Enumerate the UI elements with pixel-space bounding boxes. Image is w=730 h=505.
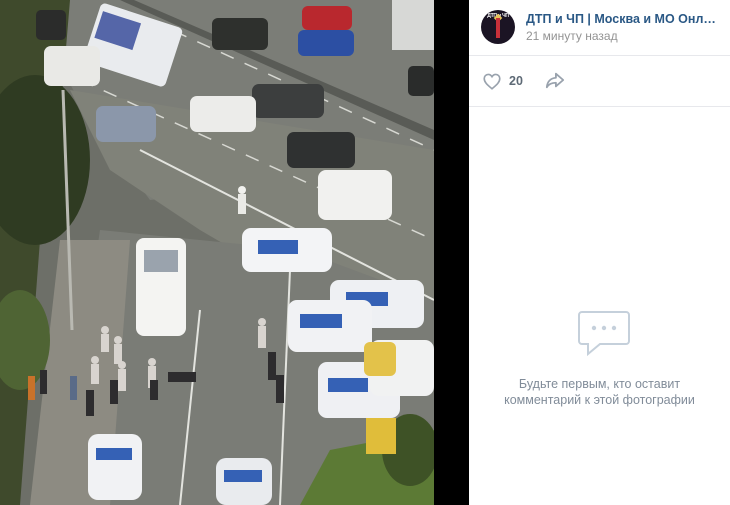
group-avatar[interactable]: ДТП и ЧП bbox=[481, 10, 515, 44]
post-actions: 20 bbox=[469, 56, 730, 107]
group-name-link[interactable]: ДТП и ЧП | Москва и МО Онлайн | Новости bbox=[526, 12, 722, 26]
photo-scene bbox=[0, 0, 434, 505]
comments-empty-line-2: комментарий к этой фотографии bbox=[504, 393, 695, 407]
like-count: 20 bbox=[509, 74, 523, 88]
post-header: ДТП и ЧП ДТП и ЧП | Москва и МО Онлайн |… bbox=[469, 0, 730, 56]
avatar-tower-icon bbox=[496, 18, 500, 38]
heart-icon bbox=[483, 73, 501, 90]
share-arrow-icon bbox=[545, 72, 565, 89]
viewer-gap bbox=[434, 0, 469, 505]
like-button[interactable]: 20 bbox=[482, 70, 523, 92]
comments-empty-line-1: Будьте первым, кто оставит bbox=[518, 377, 681, 391]
share-button[interactable] bbox=[544, 70, 566, 92]
info-panel: ДТП и ЧП ДТП и ЧП | Москва и МО Онлайн |… bbox=[469, 0, 730, 505]
photo-viewer: ДТП и ЧП ДТП и ЧП | Москва и МО Онлайн |… bbox=[0, 0, 730, 505]
photo[interactable] bbox=[0, 0, 434, 505]
post-time[interactable]: 21 минуту назад bbox=[526, 29, 618, 43]
comments-empty-text: Будьте первым, кто оставит комментарий к… bbox=[489, 376, 710, 408]
comment-bubble-icon bbox=[578, 311, 630, 357]
